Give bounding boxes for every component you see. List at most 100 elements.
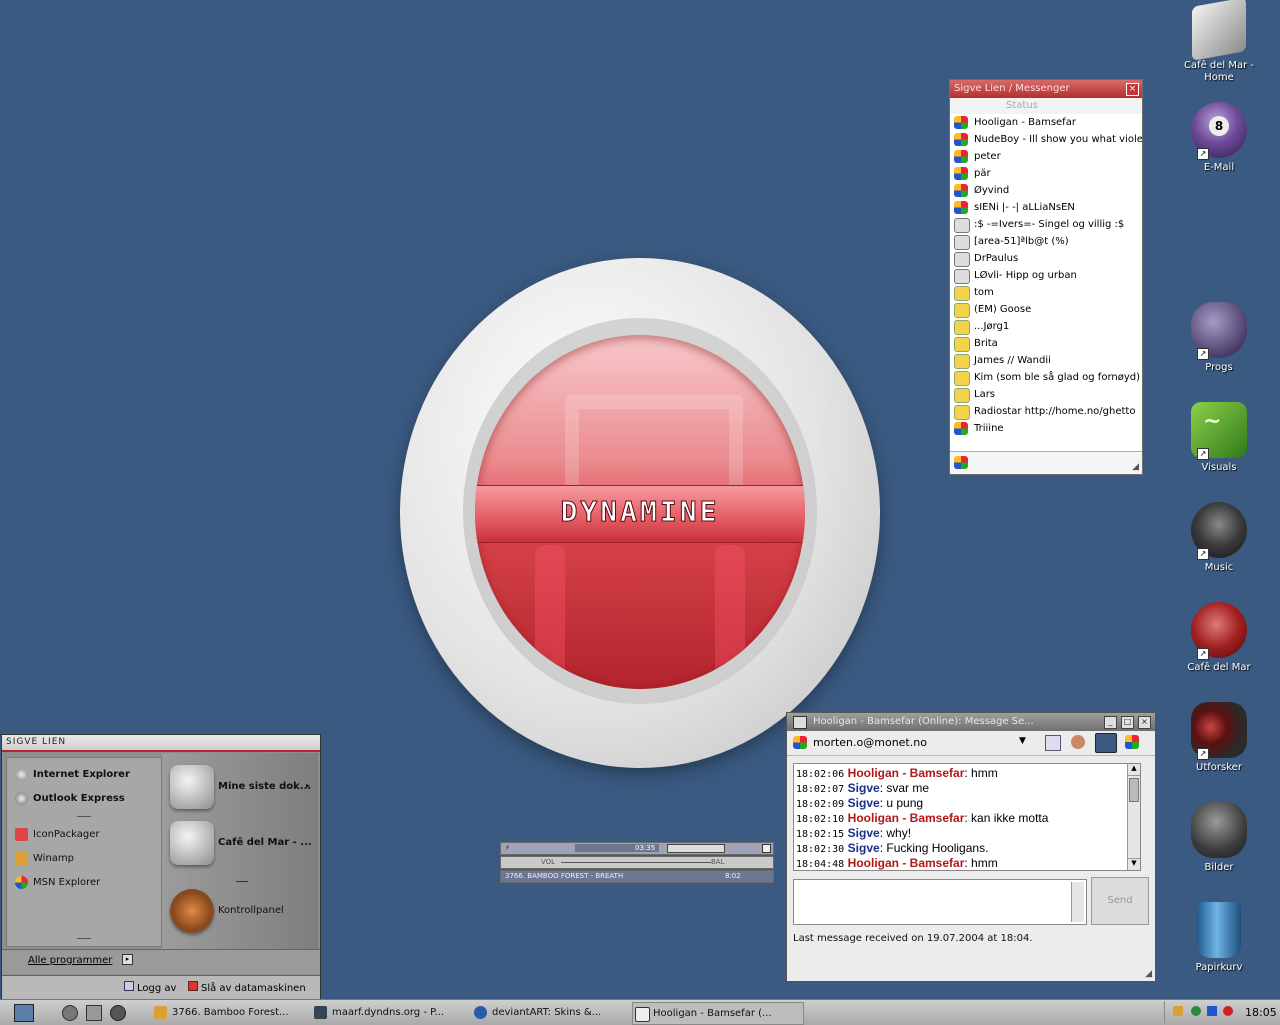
send-button[interactable]: Send	[1091, 877, 1149, 925]
start-item-control-panel[interactable]: Kontrollpanel	[170, 889, 316, 935]
contact-item[interactable]: Radiostar http://home.no/ghetto	[950, 403, 1142, 420]
start-item-msn-explorer[interactable]: MSN Explorer	[15, 874, 100, 892]
minimize-icon[interactable]: _	[1104, 716, 1117, 729]
close-icon[interactable]: ×	[1126, 83, 1139, 96]
start-item-iconpackager[interactable]: IconPackager	[15, 826, 99, 844]
close-icon[interactable]	[762, 844, 771, 853]
contact-item[interactable]: LØvli- Hipp og urban	[950, 267, 1142, 284]
chat-log[interactable]: 18:02:06 Hooligan - Bamsefar: hmm 18:02:0…	[793, 763, 1141, 871]
all-programs-bar: Alle programmer ▸	[2, 949, 320, 974]
contact-name: DrPaulus	[974, 253, 1019, 264]
buddy-status-icon	[954, 167, 968, 180]
messenger-title-bar[interactable]: Sigve Lien / Messenger ×	[950, 80, 1142, 98]
winamp-controls[interactable]	[667, 844, 725, 853]
contact-item[interactable]: pär	[950, 165, 1142, 182]
contact-item[interactable]: :$ -=Ivers=- Singel og villig :$	[950, 216, 1142, 233]
message-input[interactable]	[793, 879, 1087, 925]
scroll-up-icon[interactable]: ▲	[1128, 764, 1140, 776]
contact-item[interactable]: [area-51]ªlb@t (%)	[950, 233, 1142, 250]
contact-item[interactable]: ...Jørg1	[950, 318, 1142, 335]
wallpaper-logo-orb: DYNAMINE	[475, 335, 805, 689]
tray-icon-winamp[interactable]	[1173, 1006, 1183, 1016]
clock[interactable]: 18:05	[1245, 1006, 1277, 1019]
desktop-icon-papirkurv[interactable]: Papirkurv	[1179, 902, 1259, 974]
start-item-winamp[interactable]: Winamp	[15, 850, 74, 868]
winamp-playlist-bar[interactable]: 3766. BAMBOO FOREST - BREATH 8:02	[500, 870, 774, 883]
contact-item[interactable]: peter	[950, 148, 1142, 165]
start-item-label: MSN Explorer	[33, 877, 101, 888]
contact-name: Radiostar http://home.no/ghetto	[974, 406, 1136, 417]
resize-grip-icon[interactable]: ◢	[1145, 969, 1152, 979]
messenger-window[interactable]: Sigve Lien / Messenger × Status Hooligan…	[949, 79, 1143, 475]
contact-item[interactable]: DrPaulus	[950, 250, 1142, 267]
contact-card-icon[interactable]	[1045, 735, 1061, 751]
shutdown-button[interactable]: Slå av datamaskinen	[188, 981, 306, 994]
taskbar-button-chat[interactable]: Hooligan - Bamsefar (...	[632, 1002, 804, 1025]
start-button[interactable]	[14, 1004, 34, 1022]
contact-item[interactable]: Øyvind	[950, 182, 1142, 199]
desktop-icon-visuals[interactable]: ~ ↗ Visuals	[1179, 402, 1259, 474]
status-label: Status	[1006, 100, 1038, 111]
contact-item[interactable]: Kim (som ble så glad og fornøyd)	[950, 369, 1142, 386]
tray-icon-network[interactable]	[1207, 1006, 1217, 1016]
tray-icon-security[interactable]	[1223, 1006, 1233, 1016]
scroll-thumb[interactable]	[1129, 778, 1139, 802]
desktop-icon-bilder[interactable]: Bilder	[1179, 802, 1259, 874]
history-icon[interactable]	[1095, 733, 1117, 753]
account-selector[interactable]: morten.o@monet.no	[813, 736, 927, 749]
volume-slider[interactable]	[561, 862, 711, 863]
settings-icon[interactable]	[1125, 735, 1139, 749]
tray-icon-messenger[interactable]	[1191, 1006, 1201, 1016]
contact-item[interactable]: NudeBoy - Ill show you what viole	[950, 131, 1142, 148]
binoculars-icon: ↗	[1191, 702, 1247, 760]
start-item-internet-explorer[interactable]: Internet Explorer	[15, 766, 130, 784]
chat-scrollbar[interactable]: ▲ ▼	[1127, 764, 1140, 870]
contact-item[interactable]: tom	[950, 284, 1142, 301]
start-item-cafe-del-mar[interactable]: Cafê del Mar - ...	[170, 821, 316, 867]
contact-item[interactable]: sIENi |- -| aLLiaNsEN	[950, 199, 1142, 216]
maximize-icon[interactable]: □	[1121, 716, 1134, 729]
quicklaunch-media-icon[interactable]	[110, 1005, 126, 1021]
game-icon[interactable]	[1071, 735, 1085, 749]
buddy-status-icon	[954, 303, 970, 318]
submenu-arrow-icon: ▸	[305, 781, 310, 790]
messenger-bottom-bar: ◢	[950, 451, 1142, 474]
taskbar-button-winamp[interactable]: 3766. Bamboo Forest...	[152, 1002, 322, 1023]
scroll-down-icon[interactable]: ▼	[1128, 858, 1140, 870]
separator	[77, 816, 91, 817]
taskbar-button-browser[interactable]: maarf.dyndns.org - P...	[312, 1002, 482, 1023]
chat-window[interactable]: Hooligan - Bamsefar (Online): Message Se…	[786, 712, 1156, 982]
winamp-volume-bar[interactable]: VOL BAL	[500, 856, 774, 869]
desktop-icon-progs[interactable]: ↗ Progs	[1179, 302, 1259, 374]
recycle-bin-icon	[1197, 902, 1241, 958]
logoff-button[interactable]: Logg av	[124, 981, 176, 994]
message-text: hmm	[971, 766, 998, 780]
contact-item[interactable]: James // Wandii	[950, 352, 1142, 369]
contact-item[interactable]: Brita	[950, 335, 1142, 352]
chat-lines: 18:02:06 Hooligan - Bamsefar: hmm 18:02:0…	[794, 766, 1124, 870]
messenger-status[interactable]: Status	[950, 98, 1142, 114]
contact-item[interactable]: Hooligan - Bamsefar	[950, 114, 1142, 131]
desktop-icon-cafe-del-mar[interactable]: ↗ Cafê del Mar	[1179, 602, 1259, 674]
start-item-outlook-express[interactable]: Outlook Express	[15, 790, 125, 808]
close-icon[interactable]: ×	[1138, 716, 1151, 729]
quicklaunch-desktop-icon[interactable]	[62, 1005, 78, 1021]
desktop-icon-email[interactable]: 8 ↗ E-Mail	[1179, 102, 1259, 174]
start-item-recent-documents[interactable]: Mine siste dok... ▸	[170, 765, 316, 811]
contact-item[interactable]: Lars	[950, 386, 1142, 403]
contact-item[interactable]: Triiine	[950, 420, 1142, 437]
chevron-down-icon[interactable]: ▼	[1019, 736, 1026, 746]
desktop-icon-music[interactable]: ↗ Music	[1179, 502, 1259, 574]
all-programs-button[interactable]: Alle programmer	[28, 955, 112, 966]
internet-explorer-icon	[474, 1006, 487, 1019]
quicklaunch-ie-icon[interactable]	[86, 1005, 102, 1021]
chat-title-bar[interactable]: Hooligan - Bamsefar (Online): Message Se…	[787, 713, 1155, 731]
desktop-icon-cafe-del-mar-home[interactable]: Cafê del Mar - Home	[1179, 0, 1259, 84]
desktop-icon-utforsker[interactable]: ↗ Utforsker	[1179, 702, 1259, 774]
taskbar-button-deviantart[interactable]: deviantART: Skins &...	[472, 1002, 642, 1023]
winamp-main-bar[interactable]: ⚡ 03:35	[500, 842, 774, 855]
input-scrollbar[interactable]	[1071, 882, 1084, 922]
resize-grip-icon[interactable]: ◢	[1132, 462, 1139, 472]
contact-item[interactable]: (EM) Goose	[950, 301, 1142, 318]
msn-butterfly-icon[interactable]	[954, 456, 968, 469]
